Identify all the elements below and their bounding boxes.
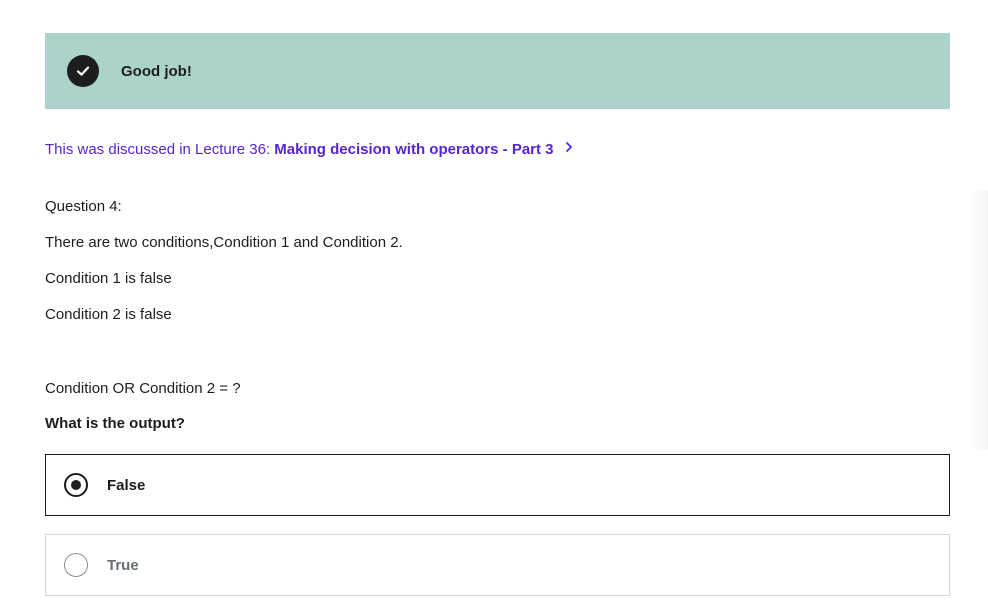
radio-unselected-icon[interactable] <box>64 553 88 577</box>
lecture-link[interactable]: Making decision with operators - Part 3 <box>274 141 553 158</box>
question-prompt: What is the output? <box>45 415 185 432</box>
question-line-2: Condition 1 is false <box>45 270 172 287</box>
answer-option-label: True <box>107 556 139 574</box>
question-number: Question 4: <box>45 198 122 215</box>
answer-option-false[interactable]: False <box>45 454 950 516</box>
success-message: Good job! <box>121 62 192 80</box>
answer-option-true[interactable]: True <box>45 534 950 596</box>
question-expression: Condition OR Condition 2 = ? <box>45 380 241 397</box>
radio-selected-icon[interactable] <box>64 473 88 497</box>
scroll-shadow <box>972 190 988 450</box>
answer-option-label: False <box>107 476 146 494</box>
question-line-3: Condition 2 is false <box>45 306 172 323</box>
question-line-1: There are two conditions,Condition 1 and… <box>45 234 403 251</box>
lecture-reference: This was discussed in Lecture 36: Making… <box>45 141 574 159</box>
lecture-reference-prefix: This was discussed in Lecture 36: <box>45 141 275 158</box>
success-banner: Good job! <box>45 33 950 109</box>
chevron-right-icon[interactable] <box>564 140 574 157</box>
check-circle-icon <box>67 55 99 87</box>
